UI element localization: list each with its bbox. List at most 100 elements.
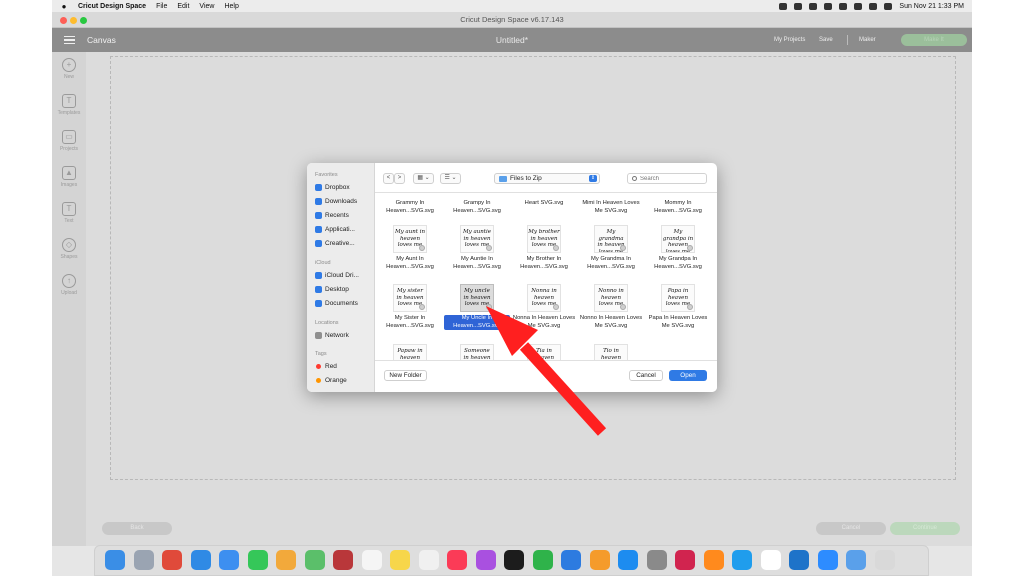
file-item[interactable]: Nonno in heaven loves me Nonno In Heaven …	[578, 284, 644, 330]
dock-safari-icon[interactable]	[190, 550, 211, 570]
apple-menu-icon[interactable]: ●	[58, 2, 70, 11]
dock-cricut-icon[interactable]	[760, 550, 781, 570]
sidebar-tag-orange[interactable]: Orange	[315, 374, 373, 386]
dropbox-status-icon[interactable]	[779, 2, 788, 10]
continue-button[interactable]: Continue	[890, 522, 960, 535]
file-item[interactable]: Papa in heaven loves me Papa In Heaven Lo…	[645, 284, 711, 330]
dock-indesign-icon[interactable]	[675, 550, 695, 570]
dock-launchpad-icon[interactable]	[133, 550, 154, 570]
file-item[interactable]: Papaw in heaven	[377, 344, 443, 360]
menu-edit[interactable]: Edit	[177, 3, 189, 10]
dialog-open-button[interactable]: Open	[669, 370, 707, 381]
sidebar-tag-red[interactable]: Red	[315, 360, 373, 372]
file-item[interactable]: My sister in heaven loves me My Sister In…	[377, 284, 443, 330]
search-field[interactable]	[627, 173, 707, 184]
sidebar-item-recents[interactable]: Recents	[315, 209, 373, 221]
file-item[interactable]: My aunt in heaven loves me My Aunt In Hea…	[377, 225, 443, 271]
file-item[interactable]: Heart SVG.svg	[511, 200, 577, 208]
group-mode-button[interactable]: ☰ ⌄	[440, 173, 461, 184]
dock-maps-icon[interactable]	[304, 550, 325, 570]
folder-path-select[interactable]: Files to Zip ⇕	[494, 173, 600, 184]
dock-numbers-icon[interactable]	[532, 550, 553, 570]
menu-app-name[interactable]: Cricut Design Space	[78, 3, 146, 10]
dock-photoshop-icon[interactable]	[732, 550, 752, 570]
bottom-cancel-button[interactable]: Cancel	[816, 522, 886, 535]
spotlight-search-icon[interactable]	[869, 2, 878, 10]
file-grid: Grammy In Heaven...SVG.svg Grampy In Hea…	[375, 194, 717, 360]
dock-keynote-icon[interactable]	[561, 550, 581, 570]
view-mode-button[interactable]: ▦ ⌄	[413, 173, 434, 184]
sidebar-item-creative[interactable]: Creative...	[315, 237, 373, 249]
dock-downloads-icon[interactable]	[846, 550, 866, 570]
menu-file[interactable]: File	[156, 3, 167, 10]
rail-upload[interactable]: ↑ Upload	[52, 274, 86, 296]
sidebar-item-applications[interactable]: Applicati...	[315, 223, 373, 235]
dock-music-icon[interactable]	[447, 550, 467, 570]
save-link[interactable]: Save	[819, 37, 833, 43]
sidebar-item-dropbox[interactable]: Dropbox	[315, 181, 373, 193]
dock-photos-icon[interactable]	[276, 550, 296, 570]
file-item[interactable]: Mommy In Heaven...SVG.svg	[645, 200, 711, 215]
menu-help[interactable]: Help	[224, 3, 238, 10]
file-item[interactable]: My grandpa in heaven loves me My Grandpa …	[645, 225, 711, 271]
sidebar-item-documents[interactable]: Documents	[315, 297, 373, 309]
dock-notes-icon[interactable]	[390, 550, 410, 570]
dock-finder-icon[interactable]	[105, 550, 125, 570]
creative-cloud-status-icon[interactable]	[794, 2, 803, 10]
rail-shapes[interactable]: ◇ Shapes	[52, 238, 86, 260]
dock-reminders-icon[interactable]	[418, 550, 439, 570]
dock-podcasts-icon[interactable]	[475, 550, 496, 570]
sidebar-item-downloads[interactable]: Downloads	[315, 195, 373, 207]
rail-templates[interactable]: T Templates	[52, 94, 86, 116]
dock-quicktime-icon[interactable]	[789, 550, 809, 570]
menu-clock[interactable]: Sun Nov 21 1:33 PM	[899, 3, 964, 10]
make-it-button[interactable]: Make It	[901, 34, 967, 46]
file-item[interactable]: Grammy In Heaven...SVG.svg	[377, 200, 443, 215]
dock-chrome-icon[interactable]	[162, 550, 182, 570]
nav-forward-button[interactable]: >	[394, 173, 405, 184]
control-center-icon[interactable]	[884, 2, 893, 10]
new-folder-button[interactable]: New Folder	[384, 370, 427, 381]
sidebar-item-icloud-drive[interactable]: iCloud Dri...	[315, 269, 373, 281]
rail-projects[interactable]: ▭ Projects	[52, 130, 86, 152]
file-item[interactable]: Nonna in heaven loves me Nonna In Heaven …	[511, 284, 577, 330]
dock-photo-booth-icon[interactable]	[333, 550, 353, 570]
dock-app-store-icon[interactable]	[618, 550, 638, 570]
dock-system-preferences-icon[interactable]	[646, 550, 667, 570]
rail-new[interactable]: + New	[52, 58, 86, 80]
dock-calendar-icon[interactable]	[361, 550, 382, 570]
file-item[interactable]: Tio in heaven	[578, 344, 644, 360]
display-status-icon[interactable]	[809, 2, 818, 10]
dock-pages-icon[interactable]	[589, 550, 610, 570]
dock-illustrator-icon[interactable]	[703, 550, 724, 570]
file-item[interactable]: Someone in heaven	[444, 344, 510, 360]
dock-messages-icon[interactable]	[247, 550, 268, 570]
search-input[interactable]	[640, 174, 704, 183]
sidebar-item-desktop[interactable]: Desktop	[315, 283, 373, 295]
file-item[interactable]: My grandma in heaven loves me My Grandma …	[578, 225, 644, 271]
file-item[interactable]: Mimi In Heaven Loves Me SVG.svg	[578, 200, 644, 215]
dock-mail-icon[interactable]	[219, 550, 239, 570]
menu-view[interactable]: View	[199, 3, 214, 10]
sidebar-item-network[interactable]: Network	[315, 329, 373, 341]
dock-tv-icon[interactable]	[504, 550, 524, 570]
file-item[interactable]: Grampy In Heaven...SVG.svg	[444, 200, 510, 215]
file-item[interactable]: My auntie in heaven loves me My Auntie In…	[444, 225, 510, 271]
nav-back-button[interactable]: <	[383, 173, 394, 184]
rail-text[interactable]: T Text	[52, 202, 86, 224]
dialog-cancel-button[interactable]: Cancel	[629, 370, 663, 381]
rail-images[interactable]: ▲ Images	[52, 166, 86, 188]
my-projects-link[interactable]: My Projects	[774, 37, 805, 43]
file-item[interactable]: My brother in heaven loves me My Brother …	[511, 225, 577, 271]
bluetooth-icon[interactable]	[824, 2, 833, 10]
file-name: My Grandpa In Heaven...SVG.svg	[654, 256, 702, 270]
wifi-icon[interactable]	[854, 2, 863, 10]
file-item[interactable]: Tia in heaven	[511, 344, 577, 360]
window-title: Cricut Design Space v6.17.143	[460, 15, 564, 24]
dock-trash-icon[interactable]	[874, 550, 895, 570]
battery-icon[interactable]	[839, 2, 848, 10]
machine-select[interactable]: Maker	[859, 37, 876, 43]
file-item-selected[interactable]: My uncle in heaven loves me My Uncle In H…	[444, 284, 510, 330]
back-button[interactable]: Back	[102, 522, 172, 535]
dock-zoom-icon[interactable]	[817, 550, 838, 570]
